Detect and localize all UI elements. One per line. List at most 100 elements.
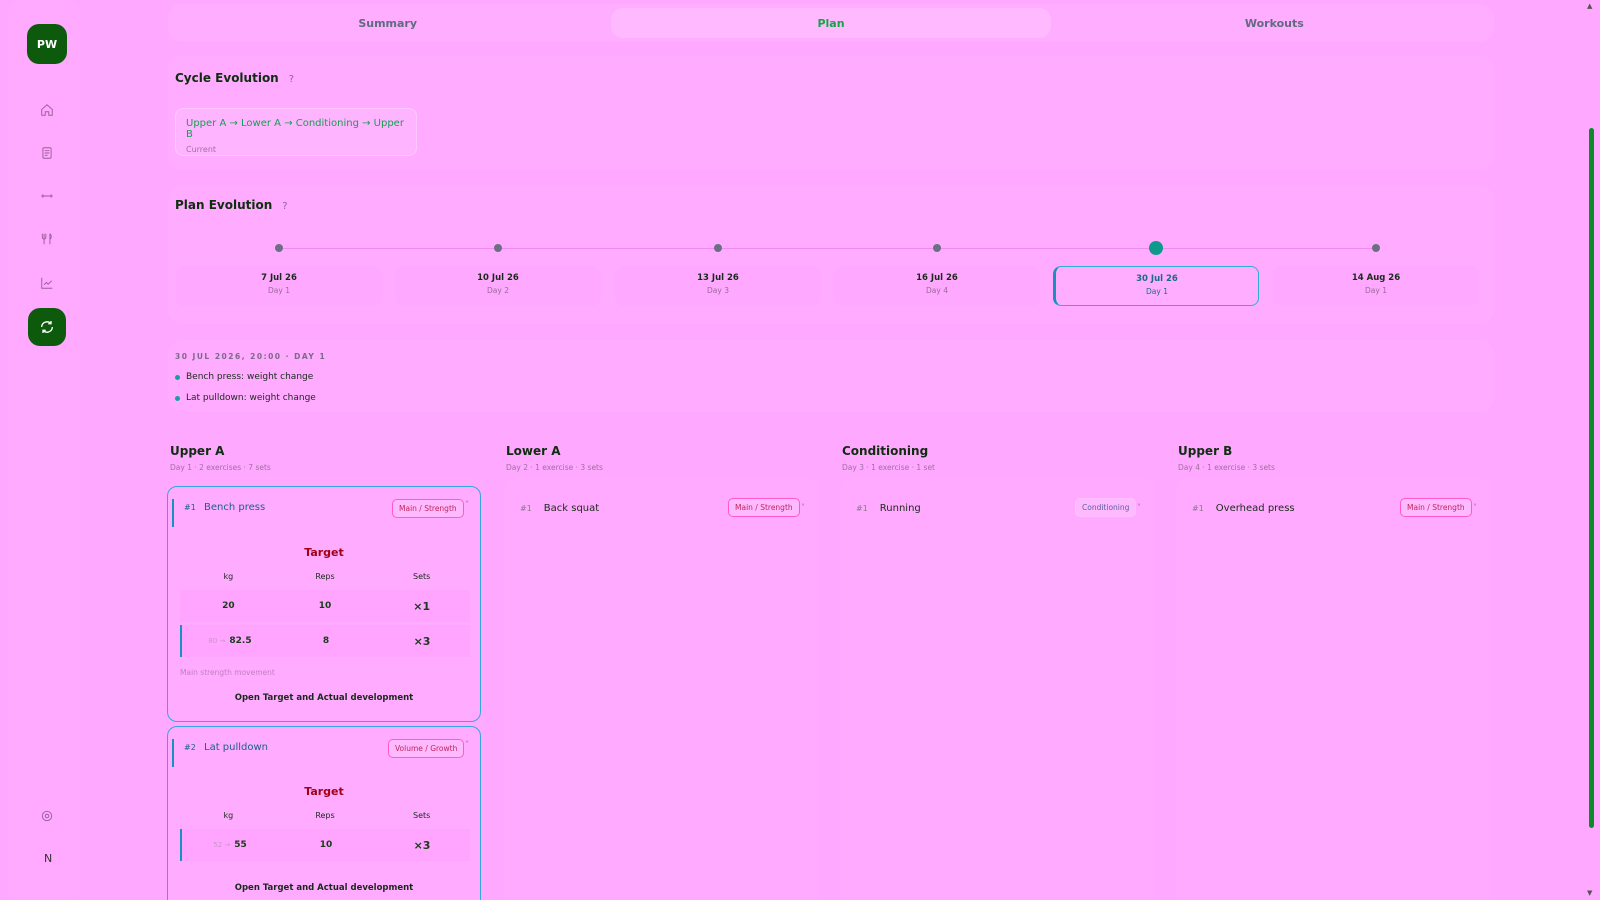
exercise-number: #1 (856, 503, 868, 513)
exercise-badge: Main / Strength (1400, 498, 1472, 517)
scroll-down-icon[interactable]: ▼ (1587, 889, 1592, 897)
tab-workouts[interactable]: Workouts (1055, 4, 1494, 42)
day-column (504, 478, 820, 900)
timeline-dot-selected[interactable] (1149, 241, 1163, 255)
exercise-badge: Main / Strength (392, 499, 464, 518)
chevron-down-icon[interactable]: ˅ (1137, 503, 1141, 512)
timeline-date: 16 Jul 26 (916, 273, 958, 283)
reps-value: 8 (322, 636, 330, 646)
chart-icon[interactable] (35, 271, 59, 295)
exercise-number: #1 (1192, 503, 1204, 513)
utensils-icon[interactable] (35, 227, 59, 251)
scroll-up-icon[interactable]: ▲ (1587, 2, 1592, 10)
exercise-number: #1 (184, 503, 196, 512)
tab-bar: Summary Plan Workouts (168, 4, 1494, 42)
timeline-dot[interactable] (714, 244, 722, 252)
timeline-date: 7 Jul 26 (261, 273, 297, 283)
home-icon[interactable] (35, 98, 59, 122)
column-header: Reps (315, 571, 335, 581)
sidebar: PW N (8, 0, 80, 900)
app-logo[interactable]: PW (27, 24, 67, 64)
timeline-entry[interactable]: 14 Aug 26 Day 1 (1273, 266, 1479, 306)
dumbbell-icon[interactable] (35, 184, 59, 208)
target-label: Target (304, 546, 344, 559)
column-header: kg (223, 810, 234, 820)
cycle-card[interactable]: Upper A → Lower A → Conditioning → Upper… (175, 108, 417, 156)
chevron-down-icon[interactable]: ˅ (1473, 503, 1477, 512)
kg-cell: 52 → 55 (182, 840, 278, 850)
user-avatar[interactable]: N (44, 852, 52, 865)
change-text: Lat pulldown: weight change (186, 393, 316, 403)
previous-kg: 52 → (213, 841, 231, 849)
timeline-entry[interactable]: 16 Jul 26 Day 4 (834, 266, 1040, 306)
open-development-link[interactable]: Open Target and Actual development (168, 883, 480, 893)
sets-value: ×3 (413, 634, 431, 648)
tab-plan[interactable]: Plan (611, 8, 1051, 38)
reps-value: 10 (318, 601, 332, 611)
sets-value: ×1 (413, 599, 431, 613)
timeline-day: Day 4 (926, 286, 948, 295)
chevron-up-icon[interactable]: ˄ (465, 740, 469, 749)
timeline-dot[interactable] (494, 244, 502, 252)
table-row: 52 → 55 10 ×3 (180, 829, 470, 861)
timeline-date: 14 Aug 26 (1351, 273, 1401, 283)
target-table: kg Reps Sets 52 → 55 10 ×3 (180, 804, 470, 861)
exercise-badge: Volume / Growth (388, 739, 465, 758)
day-title: Conditioning (842, 444, 929, 458)
change-item: Bench press: weight change (175, 372, 313, 382)
timeline-date: 30 Jul 26 (1136, 274, 1178, 284)
reps-value: 10 (319, 840, 333, 850)
chevron-down-icon[interactable]: ˅ (801, 503, 805, 512)
timeline-entry[interactable]: 10 Jul 26 Day 2 (395, 266, 601, 306)
timeline-dot[interactable] (275, 244, 283, 252)
changes-header: 30 JUL 2026, 20:00 · DAY 1 (175, 352, 327, 361)
tab-summary[interactable]: Summary (168, 4, 607, 42)
scrollbar-thumb[interactable] (1589, 128, 1594, 828)
day-title: Lower A (506, 444, 561, 458)
kg-value: 82.5 (229, 636, 252, 646)
exercise-row-back-squat[interactable]: #1 Back squat (520, 493, 599, 523)
day-title: Upper A (170, 444, 225, 458)
target-label: Target (304, 785, 344, 798)
kg-value: 20 (222, 601, 235, 611)
open-development-link[interactable]: Open Target and Actual development (168, 693, 480, 703)
chevron-up-icon[interactable]: ˄ (465, 500, 469, 509)
exercise-card-lat-pulldown[interactable]: #2 Lat pulldown Volume / Growth ˄ Target… (167, 726, 481, 900)
column-header: Sets (413, 810, 431, 820)
timeline-entry[interactable]: 7 Jul 26 Day 1 (176, 266, 382, 306)
settings-icon[interactable] (35, 804, 59, 828)
cycle-evolution-label: Cycle Evolution (175, 71, 279, 85)
day-title: Upper B (1178, 444, 1233, 458)
column-header: Reps (315, 810, 335, 820)
exercise-name: Back squat (543, 502, 600, 514)
exercise-name: Overhead press (1215, 502, 1295, 514)
exercise-name: Lat pulldown (204, 742, 269, 753)
exercise-name: Bench press (204, 502, 266, 513)
plan-help-icon[interactable]: ? (282, 201, 287, 212)
exercise-row-running[interactable]: #1 Running (856, 493, 921, 523)
changes-panel (168, 340, 1494, 412)
day-column (1176, 478, 1492, 900)
column-header: kg (223, 571, 234, 581)
cycle-help-icon[interactable]: ? (289, 74, 294, 85)
timeline-day: Day 1 (1146, 287, 1168, 296)
day-subtitle: Day 3 · 1 exercise · 1 set (842, 463, 935, 472)
exercise-row-overhead-press[interactable]: #1 Overhead press (1192, 493, 1295, 523)
day-subtitle: Day 4 · 1 exercise · 3 sets (1178, 463, 1275, 472)
exercise-number: #1 (520, 503, 532, 513)
cycle-icon[interactable] (28, 308, 66, 346)
table-row: 80 → 82.5 8 ×3 (180, 625, 470, 657)
timeline-entry-selected[interactable]: 30 Jul 26 Day 1 (1053, 266, 1259, 306)
timeline-dot[interactable] (1372, 244, 1380, 252)
timeline-line (279, 248, 1377, 249)
timeline-dot[interactable] (933, 244, 941, 252)
document-icon[interactable] (35, 141, 59, 165)
day-column (840, 478, 1156, 900)
cycle-status: Current (186, 145, 217, 154)
day-subtitle: Day 1 · 2 exercises · 7 sets (170, 463, 271, 472)
exercise-badge: Main / Strength (728, 498, 800, 517)
cycle-sequence: Upper A → Lower A → Conditioning → Upper… (186, 118, 404, 140)
timeline-entry[interactable]: 13 Jul 26 Day 3 (615, 266, 821, 306)
day-subtitle: Day 2 · 1 exercise · 3 sets (506, 463, 603, 472)
exercise-card-bench-press[interactable]: #1 Bench press Main / Strength ˄ Target … (167, 486, 481, 722)
